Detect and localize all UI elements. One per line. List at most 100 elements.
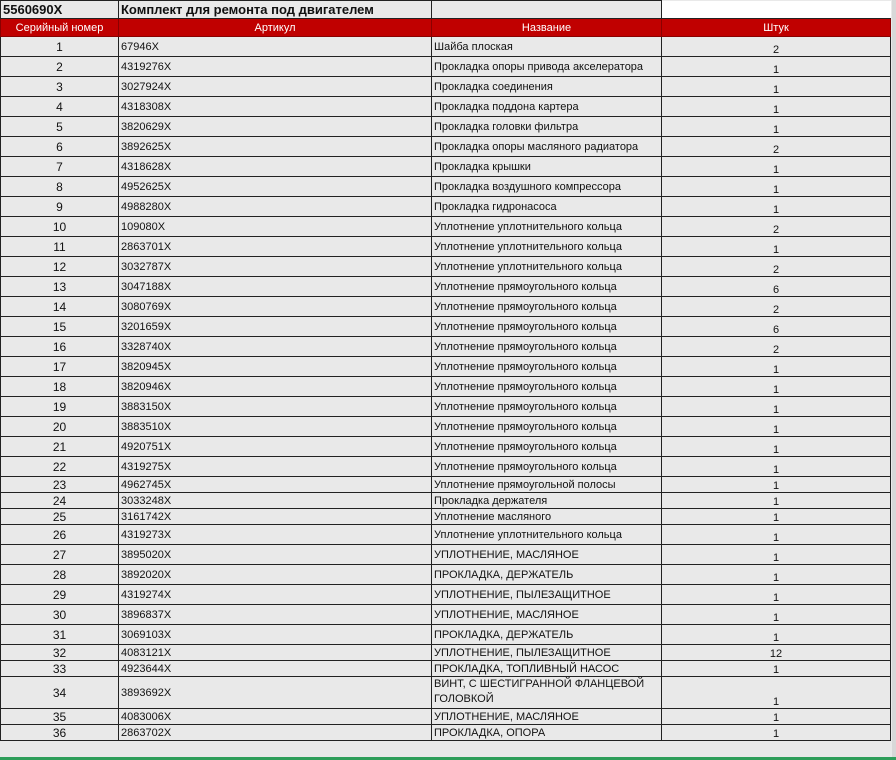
name-cell[interactable]: ПРОКЛАДКА, ДЕРЖАТЕЛЬ [431, 564, 662, 585]
qty-cell[interactable]: 1 [661, 396, 891, 417]
name-cell[interactable]: Уплотнение прямоугольного кольца [431, 296, 662, 317]
qty-cell[interactable]: 1 [661, 416, 891, 437]
serial-cell[interactable]: 28 [0, 564, 119, 585]
name-cell[interactable]: Уплотнение уплотнительного кольца [431, 236, 662, 257]
article-cell[interactable]: 3883510X [118, 416, 432, 437]
serial-cell[interactable]: 11 [0, 236, 119, 257]
name-cell[interactable]: Прокладка опоры масляного радиатора [431, 136, 662, 157]
article-cell[interactable]: 4318628X [118, 156, 432, 177]
serial-cell[interactable]: 24 [0, 492, 119, 509]
qty-cell[interactable]: 2 [661, 296, 891, 317]
qty-cell[interactable]: 2 [661, 336, 891, 357]
serial-cell[interactable]: 17 [0, 356, 119, 377]
qty-cell[interactable]: 1 [661, 624, 891, 645]
name-cell[interactable]: Шайба плоская [431, 36, 662, 57]
name-cell[interactable]: Уплотнение прямоугольного кольца [431, 276, 662, 297]
article-cell[interactable]: 3883150X [118, 396, 432, 417]
name-cell[interactable]: Прокладка крышки [431, 156, 662, 177]
serial-cell[interactable]: 36 [0, 724, 119, 741]
name-cell[interactable]: Уплотнение уплотнительного кольца [431, 216, 662, 237]
qty-cell[interactable]: 2 [661, 136, 891, 157]
article-cell[interactable]: 3893692X [118, 676, 432, 709]
name-cell[interactable]: Прокладка держателя [431, 492, 662, 509]
qty-cell[interactable]: 1 [661, 156, 891, 177]
article-cell[interactable]: 109080X [118, 216, 432, 237]
article-cell[interactable]: 67946X [118, 36, 432, 57]
name-cell[interactable]: Уплотнение прямоугольного кольца [431, 336, 662, 357]
qty-cell[interactable]: 12 [661, 644, 891, 661]
serial-cell[interactable]: 26 [0, 524, 119, 545]
name-cell[interactable]: Прокладка воздушного компрессора [431, 176, 662, 197]
name-cell[interactable]: Уплотнение прямоугольного кольца [431, 376, 662, 397]
serial-cell[interactable]: 25 [0, 508, 119, 525]
serial-cell[interactable]: 13 [0, 276, 119, 297]
article-cell[interactable]: 3080769X [118, 296, 432, 317]
name-cell[interactable]: Уплотнение прямоугольного кольца [431, 316, 662, 337]
serial-cell[interactable]: 16 [0, 336, 119, 357]
name-cell[interactable]: УПЛОТНЕНИЕ, МАСЛЯНОЕ [431, 604, 662, 625]
qty-cell[interactable]: 1 [661, 564, 891, 585]
qty-cell[interactable]: 1 [661, 116, 891, 137]
name-cell[interactable]: ПРОКЛАДКА, ДЕРЖАТЕЛЬ [431, 624, 662, 645]
serial-cell[interactable]: 15 [0, 316, 119, 337]
serial-cell[interactable]: 9 [0, 196, 119, 217]
serial-cell[interactable]: 2 [0, 56, 119, 77]
article-cell[interactable]: 3892020X [118, 564, 432, 585]
serial-cell[interactable]: 4 [0, 96, 119, 117]
article-cell[interactable]: 4923644X [118, 660, 432, 677]
qty-cell[interactable]: 1 [661, 456, 891, 477]
article-cell[interactable]: 4962745X [118, 476, 432, 493]
article-cell[interactable]: 3027924X [118, 76, 432, 97]
serial-cell[interactable]: 7 [0, 156, 119, 177]
article-cell[interactable]: 4988280X [118, 196, 432, 217]
name-cell[interactable]: Уплотнение прямоугольного кольца [431, 416, 662, 437]
qty-cell[interactable]: 1 [661, 356, 891, 377]
article-cell[interactable]: 3895020X [118, 544, 432, 565]
article-cell[interactable]: 3820629X [118, 116, 432, 137]
header-serial[interactable]: Серийный номер [0, 18, 119, 37]
article-cell[interactable]: 3820946X [118, 376, 432, 397]
name-cell[interactable]: Уплотнение уплотнительного кольца [431, 256, 662, 277]
name-cell[interactable]: ВИНТ, С ШЕСТИГРАННОЙ ФЛАНЦЕВОЙ ГОЛОВКОЙ [431, 676, 662, 709]
empty-cell[interactable] [661, 0, 891, 19]
qty-cell[interactable]: 1 [661, 196, 891, 217]
name-cell[interactable]: Уплотнение уплотнительного кольца [431, 524, 662, 545]
serial-cell[interactable]: 30 [0, 604, 119, 625]
kit-title-cell[interactable]: Комплект для ремонта под двигателем [118, 0, 432, 19]
qty-cell[interactable]: 1 [661, 584, 891, 605]
serial-cell[interactable]: 21 [0, 436, 119, 457]
qty-cell[interactable]: 1 [661, 508, 891, 525]
name-cell[interactable]: УПЛОТНЕНИЕ, МАСЛЯНОЕ [431, 708, 662, 725]
article-cell[interactable]: 4083006X [118, 708, 432, 725]
name-cell[interactable]: Уплотнение прямоугольного кольца [431, 356, 662, 377]
name-cell[interactable]: УПЛОТНЕНИЕ, МАСЛЯНОЕ [431, 544, 662, 565]
serial-cell[interactable]: 5 [0, 116, 119, 137]
article-cell[interactable]: 3161742X [118, 508, 432, 525]
qty-cell[interactable]: 1 [661, 544, 891, 565]
header-article[interactable]: Артикул [118, 18, 432, 37]
serial-cell[interactable]: 3 [0, 76, 119, 97]
article-cell[interactable]: 3896837X [118, 604, 432, 625]
serial-cell[interactable]: 6 [0, 136, 119, 157]
article-cell[interactable]: 4952625X [118, 176, 432, 197]
serial-cell[interactable]: 18 [0, 376, 119, 397]
serial-cell[interactable]: 33 [0, 660, 119, 677]
serial-cell[interactable]: 12 [0, 256, 119, 277]
article-cell[interactable]: 4319273X [118, 524, 432, 545]
serial-cell[interactable]: 14 [0, 296, 119, 317]
article-cell[interactable]: 4319276X [118, 56, 432, 77]
qty-cell[interactable]: 1 [661, 376, 891, 397]
name-cell[interactable]: УПЛОТНЕНИЕ, ПЫЛЕЗАЩИТНОЕ [431, 644, 662, 661]
qty-cell[interactable]: 1 [661, 76, 891, 97]
name-cell[interactable]: Прокладка соединения [431, 76, 662, 97]
serial-cell[interactable]: 23 [0, 476, 119, 493]
name-cell[interactable]: Прокладка головки фильтра [431, 116, 662, 137]
qty-cell[interactable]: 1 [661, 524, 891, 545]
name-cell[interactable]: Уплотнение прямоугольного кольца [431, 456, 662, 477]
name-cell[interactable]: Уплотнение прямоугольной полосы [431, 476, 662, 493]
qty-cell[interactable]: 1 [661, 476, 891, 493]
serial-cell[interactable]: 8 [0, 176, 119, 197]
name-cell[interactable]: Уплотнение прямоугольного кольца [431, 436, 662, 457]
name-cell[interactable]: ПРОКЛАДКА, ТОПЛИВНЫЙ НАСОС [431, 660, 662, 677]
serial-cell[interactable]: 31 [0, 624, 119, 645]
